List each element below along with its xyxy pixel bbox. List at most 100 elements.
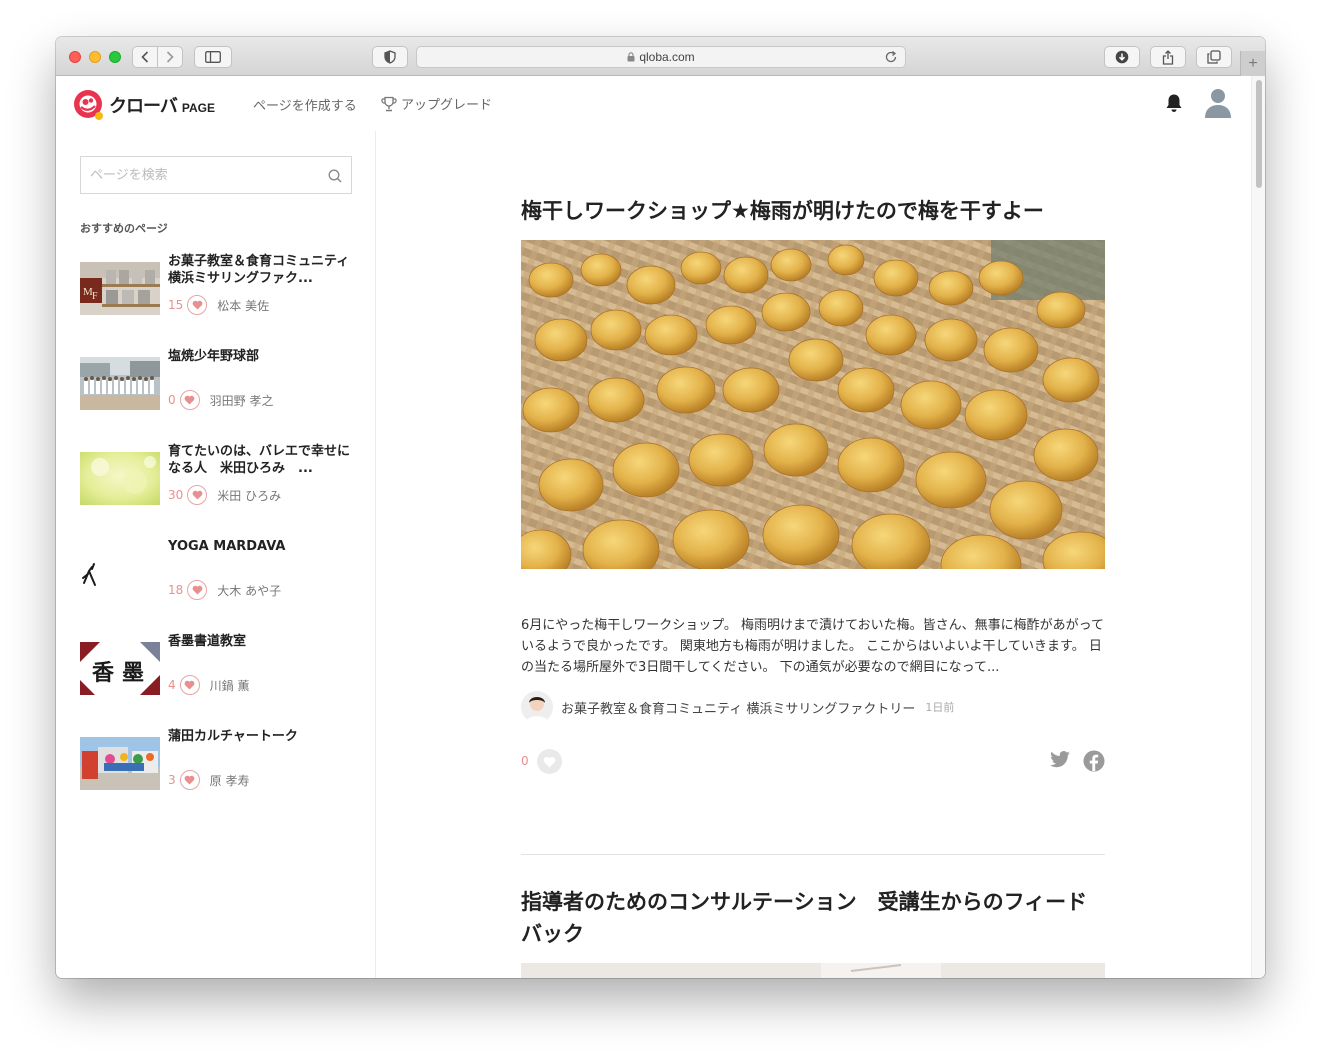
download-icon: [1115, 50, 1129, 64]
article-actions: 0: [521, 749, 1105, 779]
upgrade-label: アップグレード: [401, 98, 493, 113]
upgrade-link[interactable]: アップグレード: [381, 94, 492, 113]
recommended-item-name[interactable]: YOGA MARDAVA: [168, 538, 356, 555]
svg-text:香: 香: [92, 660, 114, 686]
like-button[interactable]: [179, 770, 200, 790]
article-excerpt: 6月にやった梅干しワークショップ。 梅雨明けまで漬けておいた梅。皆さん、無事に梅…: [521, 618, 1104, 675]
heart-icon: [184, 680, 195, 690]
svg-text:F: F: [92, 291, 98, 302]
heart-icon: [184, 395, 195, 405]
site-logo[interactable]: クローバ PAGE: [72, 89, 215, 121]
article-author-name[interactable]: お菓子教室＆食育コミュニティ 横浜ミサリングファクトリー: [561, 698, 915, 717]
share-button[interactable]: [1150, 46, 1186, 68]
like-button[interactable]: [187, 295, 208, 315]
minimize-window-button[interactable]: [89, 51, 101, 63]
clover-logo-icon: [74, 90, 103, 120]
chevron-right-icon: [166, 51, 174, 63]
like-button[interactable]: [179, 675, 200, 695]
tabs-icon: [1207, 50, 1221, 64]
recommended-item[interactable]: MF お菓子教室＆食育コミュニティ 横浜ミサリングファク... 15 松本 美佐: [80, 252, 360, 347]
twitter-icon[interactable]: [1049, 751, 1071, 769]
like-button[interactable]: [187, 485, 208, 505]
sidebar-toggle-button[interactable]: [194, 46, 232, 68]
browser-toolbar: qloba.com +: [56, 37, 1265, 76]
create-page-link[interactable]: ページを作成する: [253, 95, 357, 114]
svg-text:墨: 墨: [122, 660, 144, 686]
author-avatar[interactable]: [521, 691, 553, 723]
like-count: 0: [168, 393, 176, 407]
facebook-icon[interactable]: [1083, 750, 1105, 772]
article-divider: [521, 854, 1105, 855]
privacy-report-button[interactable]: [372, 46, 408, 68]
recommended-item-meta: 15 松本 美佐: [168, 295, 269, 315]
like-button[interactable]: [187, 580, 208, 600]
like-count: 3: [168, 773, 176, 787]
recommended-list: MF お菓子教室＆食育コミュニティ 横浜ミサリングファク... 15 松本 美佐: [80, 252, 360, 822]
scrollbar-thumb[interactable]: [1256, 80, 1262, 188]
sidebar-icon: [205, 51, 221, 63]
recommended-item-author: 羽田野 孝之: [209, 393, 274, 408]
logo-text: クローバ: [109, 96, 178, 117]
article-like-count: 0: [521, 754, 529, 768]
recommended-item-meta: 0 羽田野 孝之: [168, 390, 273, 410]
recommended-item-name[interactable]: 育てたいのは、バレエで幸せになる人 米田ひろみ ...: [168, 443, 356, 477]
downloads-button[interactable]: [1104, 46, 1140, 68]
recommended-thumbnail: 香 墨: [80, 642, 160, 695]
heart-icon: [192, 300, 203, 310]
recommended-item[interactable]: YOGA MARDAVA 18 大木 あや子: [80, 537, 360, 632]
back-button[interactable]: [132, 46, 158, 68]
recommended-item-name[interactable]: 塩焼少年野球部: [168, 348, 356, 365]
article-title[interactable]: 梅干しワークショップ★梅雨が明けたので梅を干すよー: [521, 195, 1105, 227]
page-scrollbar[interactable]: [1251, 76, 1265, 978]
close-window-button[interactable]: [69, 51, 81, 63]
notification-bell-icon[interactable]: [1164, 93, 1184, 113]
recommended-item[interactable]: 育てたいのは、バレエで幸せになる人 米田ひろみ ... 30 米田 ひろみ: [80, 442, 360, 537]
article-title[interactable]: 指導者のためのコンサルテーション 受講生からのフィードバック: [521, 886, 1105, 950]
recommended-item-name[interactable]: 蒲田カルチャートーク: [168, 728, 356, 745]
recommended-thumbnail: [80, 452, 160, 505]
like-button[interactable]: [179, 390, 200, 410]
plus-icon: +: [1248, 54, 1258, 72]
recommended-item-author: 川鍋 薫: [209, 678, 250, 693]
heart-icon: [192, 490, 203, 500]
article-like-button[interactable]: [537, 749, 562, 774]
desktop: qloba.com + クローバ PAGE ページを作成する アップグレード ペ…: [0, 0, 1321, 1052]
user-avatar-icon[interactable]: [1203, 87, 1233, 119]
recommended-thumbnail: [80, 547, 160, 600]
address-bar[interactable]: qloba.com: [416, 46, 906, 68]
recommended-item[interactable]: 蒲田カルチャートーク 3 原 孝寿: [80, 727, 360, 822]
forward-button[interactable]: [157, 46, 183, 68]
recommended-item-name[interactable]: 香墨書道教室: [168, 633, 356, 650]
search-box: [80, 156, 352, 194]
reload-icon[interactable]: [884, 50, 898, 64]
maximize-window-button[interactable]: [109, 51, 121, 63]
sidebar: おすすめのページ MF: [56, 131, 376, 978]
search-input[interactable]: [81, 157, 311, 193]
recommended-item-name[interactable]: お菓子教室＆食育コミュニティ 横浜ミサリングファク...: [168, 253, 356, 287]
recommended-item-meta: 30 米田 ひろみ: [168, 485, 281, 505]
trophy-icon: [381, 96, 397, 111]
heart-icon: [184, 775, 195, 785]
url-text: qloba.com: [639, 50, 695, 64]
recommended-item[interactable]: 塩焼少年野球部 0 羽田野 孝之: [80, 347, 360, 442]
chevron-left-icon: [141, 51, 149, 63]
share-icon: [1162, 49, 1174, 65]
recommended-item-author: 大木 あや子: [217, 583, 282, 598]
recommended-item[interactable]: 香 墨 香墨書道教室 4 川鍋 薫: [80, 632, 360, 727]
article-time: 1日前: [925, 701, 955, 714]
shield-icon: [384, 50, 396, 64]
recommended-title: おすすめのページ: [80, 222, 168, 235]
heart-icon: [192, 585, 203, 595]
recommended-item-meta: 18 大木 あや子: [168, 580, 281, 600]
recommended-thumbnail: [80, 737, 160, 790]
main-feed: 梅干しワークショップ★梅雨が明けたので梅を干すよー 6月にやった梅干しワークショ…: [377, 131, 1251, 978]
tab-overview-button[interactable]: [1196, 46, 1232, 68]
article-image[interactable]: [521, 963, 1105, 978]
new-tab-button[interactable]: +: [1240, 51, 1265, 76]
article-image[interactable]: [521, 240, 1105, 569]
search-icon[interactable]: [328, 169, 342, 183]
like-count: 18: [168, 583, 184, 597]
recommended-thumbnail: [80, 357, 160, 410]
article-card: 指導者のためのコンサルテーション 受講生からのフィードバック: [521, 886, 1105, 978]
logo-sub-text: PAGE: [181, 101, 215, 115]
